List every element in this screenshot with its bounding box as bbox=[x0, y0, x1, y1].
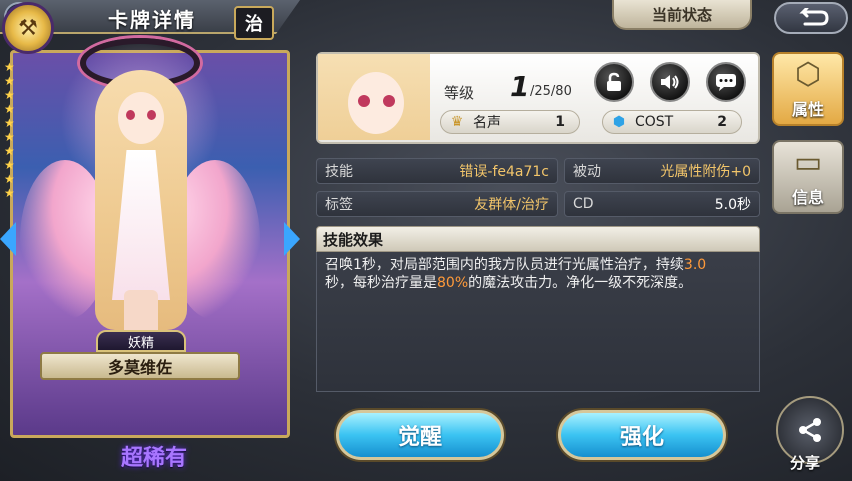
cost-stat: ⬢ COST 2 bbox=[602, 110, 742, 134]
card-type-badge: 治 bbox=[234, 6, 274, 40]
hammer-emblem-icon: ⚒ bbox=[2, 2, 54, 54]
card-character-face bbox=[118, 92, 164, 144]
prev-card-arrow-icon[interactable] bbox=[0, 222, 16, 256]
share-label: 分享 bbox=[790, 454, 821, 472]
sound-icon bbox=[661, 75, 679, 89]
level-label: 等级 bbox=[444, 84, 475, 102]
card-name: 多莫维佐 bbox=[40, 352, 240, 380]
cd-value: 5.0秒 bbox=[714, 197, 751, 213]
skill-value: 错误-fe4a71c bbox=[459, 164, 549, 180]
portrait-eye bbox=[358, 95, 370, 107]
level-value: 1 bbox=[510, 70, 530, 103]
portrait-face bbox=[348, 72, 404, 134]
cost-label: COST bbox=[635, 114, 674, 130]
enhance-button[interactable]: 强化 bbox=[558, 410, 726, 460]
skill-effect-description: 召唤1秒，对局部范围内的我方队员进行光属性治疗，持续3.0 秒，每秒治疗量是80… bbox=[316, 252, 760, 392]
cost-value: 2 bbox=[717, 114, 727, 130]
card-character-eye bbox=[147, 110, 156, 120]
back-button[interactable] bbox=[774, 2, 848, 34]
cd-row: CD 5.0秒 bbox=[564, 191, 760, 217]
fame-stat: ♛ 名声 1 bbox=[440, 110, 580, 134]
tab-attributes[interactable]: ⬡ 属性 bbox=[772, 52, 844, 126]
effect-text: 的魔法攻击力。净化一级不死深度。 bbox=[468, 275, 693, 291]
card-character-eye bbox=[126, 110, 135, 120]
passive-value: 光属性附伤+0 bbox=[660, 164, 751, 180]
passive-row: 被动 光属性附伤+0 bbox=[564, 158, 760, 184]
skill-effect-header: 技能效果 bbox=[316, 226, 760, 252]
tag-row: 标签 友群体/治疗 bbox=[316, 191, 558, 217]
awaken-button[interactable]: 觉醒 bbox=[336, 410, 504, 460]
tag-label: 标签 bbox=[325, 197, 353, 213]
current-status-button[interactable]: 当前状态 bbox=[612, 0, 752, 30]
chat-icon bbox=[716, 74, 736, 91]
effect-text: 召唤1秒，对局部范围内的我方队员进行光属性治疗，持续 bbox=[325, 257, 684, 273]
effect-duration-value: 3.0 bbox=[683, 257, 707, 273]
skill-label: 技能 bbox=[325, 164, 353, 180]
page-title: 卡牌详情 bbox=[108, 8, 196, 32]
fame-label: 名声 bbox=[473, 115, 501, 131]
hexagon-web-icon: ⬡ bbox=[794, 57, 822, 92]
lock-icon bbox=[607, 72, 621, 91]
next-card-arrow-icon[interactable] bbox=[284, 222, 300, 256]
lock-button[interactable] bbox=[594, 62, 634, 102]
chat-button[interactable] bbox=[706, 62, 746, 102]
card-race: 妖精 bbox=[96, 330, 186, 352]
tab-attributes-label: 属性 bbox=[791, 100, 824, 119]
info-card-icon: ▭ bbox=[793, 145, 823, 180]
fame-value: 1 bbox=[555, 114, 565, 130]
card-rarity: 超稀有 bbox=[120, 446, 187, 471]
crown-icon: ♛ bbox=[450, 114, 464, 130]
cd-label: CD bbox=[573, 196, 594, 212]
cost-gem-icon: ⬢ bbox=[612, 114, 626, 130]
effect-text: 秒，每秒治疗量是 bbox=[325, 275, 437, 291]
portrait-eye bbox=[383, 95, 395, 107]
share-icon bbox=[799, 418, 821, 442]
tag-value: 友群体/治疗 bbox=[474, 197, 549, 213]
skill-row: 技能 错误-fe4a71c bbox=[316, 158, 558, 184]
level-max: /25/80 bbox=[530, 84, 572, 99]
sound-button[interactable] bbox=[650, 62, 690, 102]
tab-info[interactable]: ▭ 信息 bbox=[772, 140, 844, 214]
tab-info-label: 信息 bbox=[791, 188, 824, 207]
return-arrow-icon bbox=[799, 8, 829, 26]
card-star-rating: ★ ★ ★ ★ ★ ★ ★ ★ ★ ★ bbox=[4, 60, 15, 200]
effect-heal-percent: 80% bbox=[437, 275, 469, 291]
passive-label: 被动 bbox=[573, 164, 601, 180]
